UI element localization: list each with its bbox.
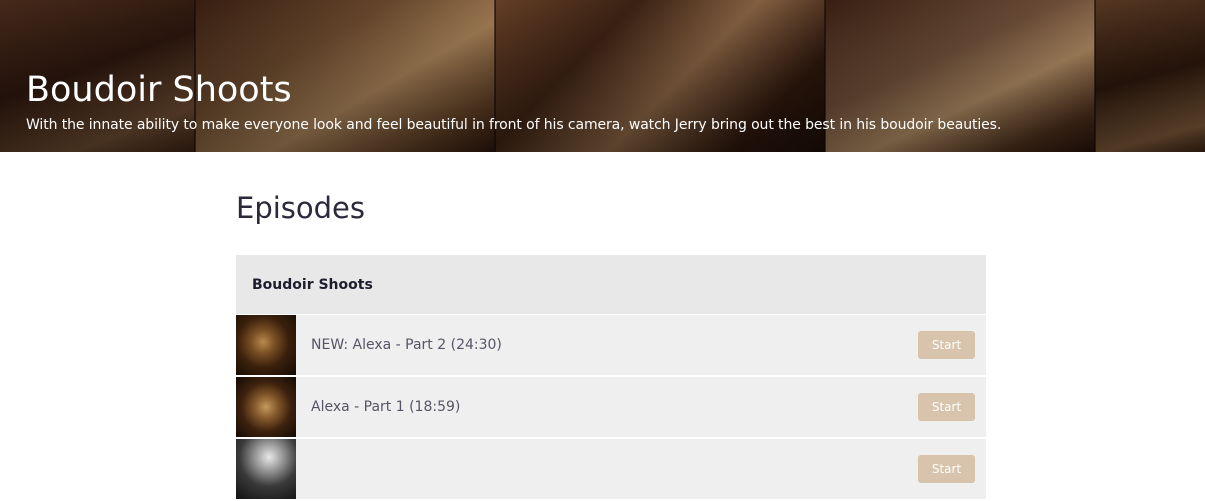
start-button[interactable]: Start bbox=[918, 331, 975, 359]
episode-row[interactable]: NEW: Alexa - Part 2 (24:30) Start bbox=[236, 315, 986, 377]
start-button[interactable]: Start bbox=[918, 455, 975, 483]
episode-title[interactable]: NEW: Alexa - Part 2 (24:30) bbox=[311, 337, 502, 353]
episode-row[interactable]: Start bbox=[236, 439, 986, 501]
episode-title[interactable]: Alexa - Part 1 (18:59) bbox=[311, 399, 460, 415]
season-panel: Boudoir Shoots NEW: Alexa - Part 2 (24:3… bbox=[236, 255, 986, 501]
season-header: Boudoir Shoots bbox=[236, 255, 986, 315]
page-subtitle: With the innate ability to make everyone… bbox=[26, 117, 1002, 133]
episode-thumbnail[interactable] bbox=[236, 315, 296, 375]
page-title: Boudoir Shoots bbox=[26, 70, 292, 110]
hero-banner: Boudoir Shoots With the innate ability t… bbox=[0, 0, 1205, 152]
start-button[interactable]: Start bbox=[918, 393, 975, 421]
episodes-heading: Episodes bbox=[236, 191, 365, 225]
episode-thumbnail[interactable] bbox=[236, 439, 296, 499]
episode-row[interactable]: Alexa - Part 1 (18:59) Start bbox=[236, 377, 986, 439]
episode-thumbnail[interactable] bbox=[236, 377, 296, 437]
